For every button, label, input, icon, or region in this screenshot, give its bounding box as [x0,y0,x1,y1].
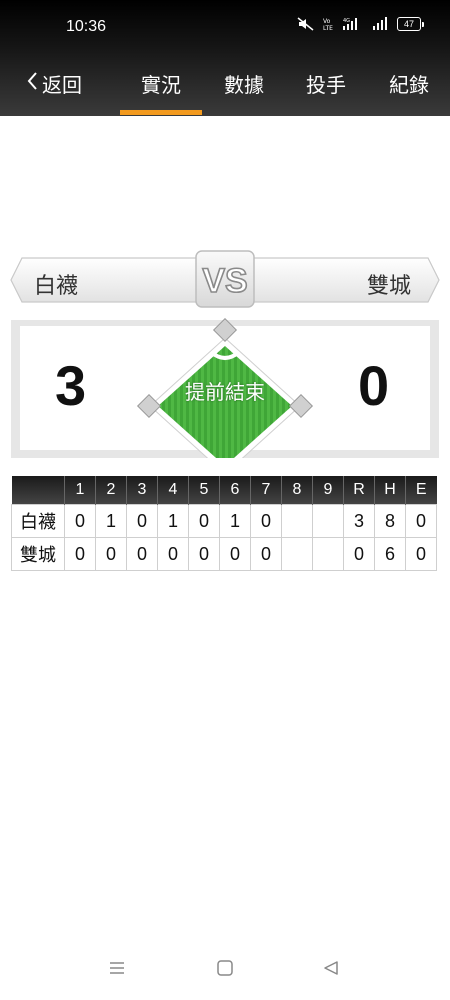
svg-text:LTE: LTE [323,25,333,31]
hits-cell: 8 [374,504,406,538]
inning-header: 4 [157,476,189,505]
inning-header: 6 [219,476,251,505]
back-triangle-icon[interactable] [322,960,340,981]
score-cell: 0 [157,537,189,571]
score-cell [281,537,313,571]
second-base [212,318,238,343]
score-cell: 0 [219,537,251,571]
inning-header: 5 [188,476,220,505]
home-score: 0 [358,354,390,417]
status-icons: Vo LTE 4G 47 [297,17,424,31]
away-team-name: 白襪 [34,273,79,298]
score-cell [312,537,344,571]
table-corner [11,476,65,505]
menu-icon[interactable] [108,960,126,981]
score-cell: 0 [250,537,282,571]
score-cell: 0 [95,537,127,571]
status-time: 10:36 [66,18,107,35]
tab-records[interactable]: 紀錄 [389,69,429,98]
back-button[interactable]: 返回 [26,69,82,98]
table-header-row: 1 2 3 4 5 6 7 8 9 R H E [11,476,437,505]
score-cell: 0 [64,504,96,538]
home-team-banner [250,257,440,303]
score-cell: 1 [157,504,189,538]
inning-header: 9 [312,476,344,505]
score-cell: 1 [95,504,127,538]
errors-header: E [405,476,437,505]
score-cell: 0 [250,504,282,538]
svg-text:4G: 4G [343,18,350,24]
row-team-name: 白襪 [11,504,65,538]
errors-cell: 0 [405,537,437,571]
first-base [288,393,314,419]
chevron-left-icon [26,71,38,97]
runs-cell: 0 [343,537,375,571]
app-header: 10:36 Vo LTE 4G 47 返回 實況 數據 投手 紀錄 [0,0,450,116]
score-cell: 0 [188,504,220,538]
hits-header: H [374,476,406,505]
tab-pitchers[interactable]: 投手 [306,69,346,98]
battery-icon: 47 [397,17,424,31]
signal-4g-icon: 4G [343,17,365,31]
home-icon[interactable] [216,960,234,981]
line-score-table: 1 2 3 4 5 6 7 8 9 R H E 白襪 0 1 0 1 0 1 0… [11,476,437,571]
volte-icon: Vo LTE [323,17,335,31]
vs-badge: VS [195,250,255,308]
vs-label: VS [202,262,247,300]
inning-header: 2 [95,476,127,505]
game-status: 提前結束 [185,382,265,404]
home-team-name: 雙城 [367,273,412,298]
score-cell [281,504,313,538]
signal-bars-icon [373,17,389,31]
tab-stats[interactable]: 數據 [224,69,264,98]
score-cell: 0 [126,537,158,571]
table-row: 雙城 0 0 0 0 0 0 0 0 6 0 [11,537,437,571]
inning-header: 1 [64,476,96,505]
mute-icon [297,17,315,31]
row-team-name: 雙城 [11,537,65,571]
inning-header: 8 [281,476,313,505]
score-cell: 0 [188,537,220,571]
inning-header: 3 [126,476,158,505]
third-base [136,393,162,419]
svg-text:Vo: Vo [323,18,331,25]
top-nav: 返回 實況 數據 投手 紀錄 [0,60,450,116]
hits-cell: 6 [374,537,406,571]
score-cell [312,504,344,538]
score-cell: 0 [126,504,158,538]
score-cell: 1 [219,504,251,538]
score-cell: 0 [64,537,96,571]
status-bar: 10:36 Vo LTE 4G 47 [0,0,450,52]
tab-live[interactable]: 實況 [141,69,181,98]
errors-cell: 0 [405,504,437,538]
inning-header: 7 [250,476,282,505]
runs-cell: 3 [343,504,375,538]
active-tab-indicator [120,110,202,115]
back-label: 返回 [42,75,82,97]
runs-header: R [343,476,375,505]
away-score: 3 [55,354,87,417]
table-row: 白襪 0 1 0 1 0 1 0 3 8 0 [11,504,437,538]
